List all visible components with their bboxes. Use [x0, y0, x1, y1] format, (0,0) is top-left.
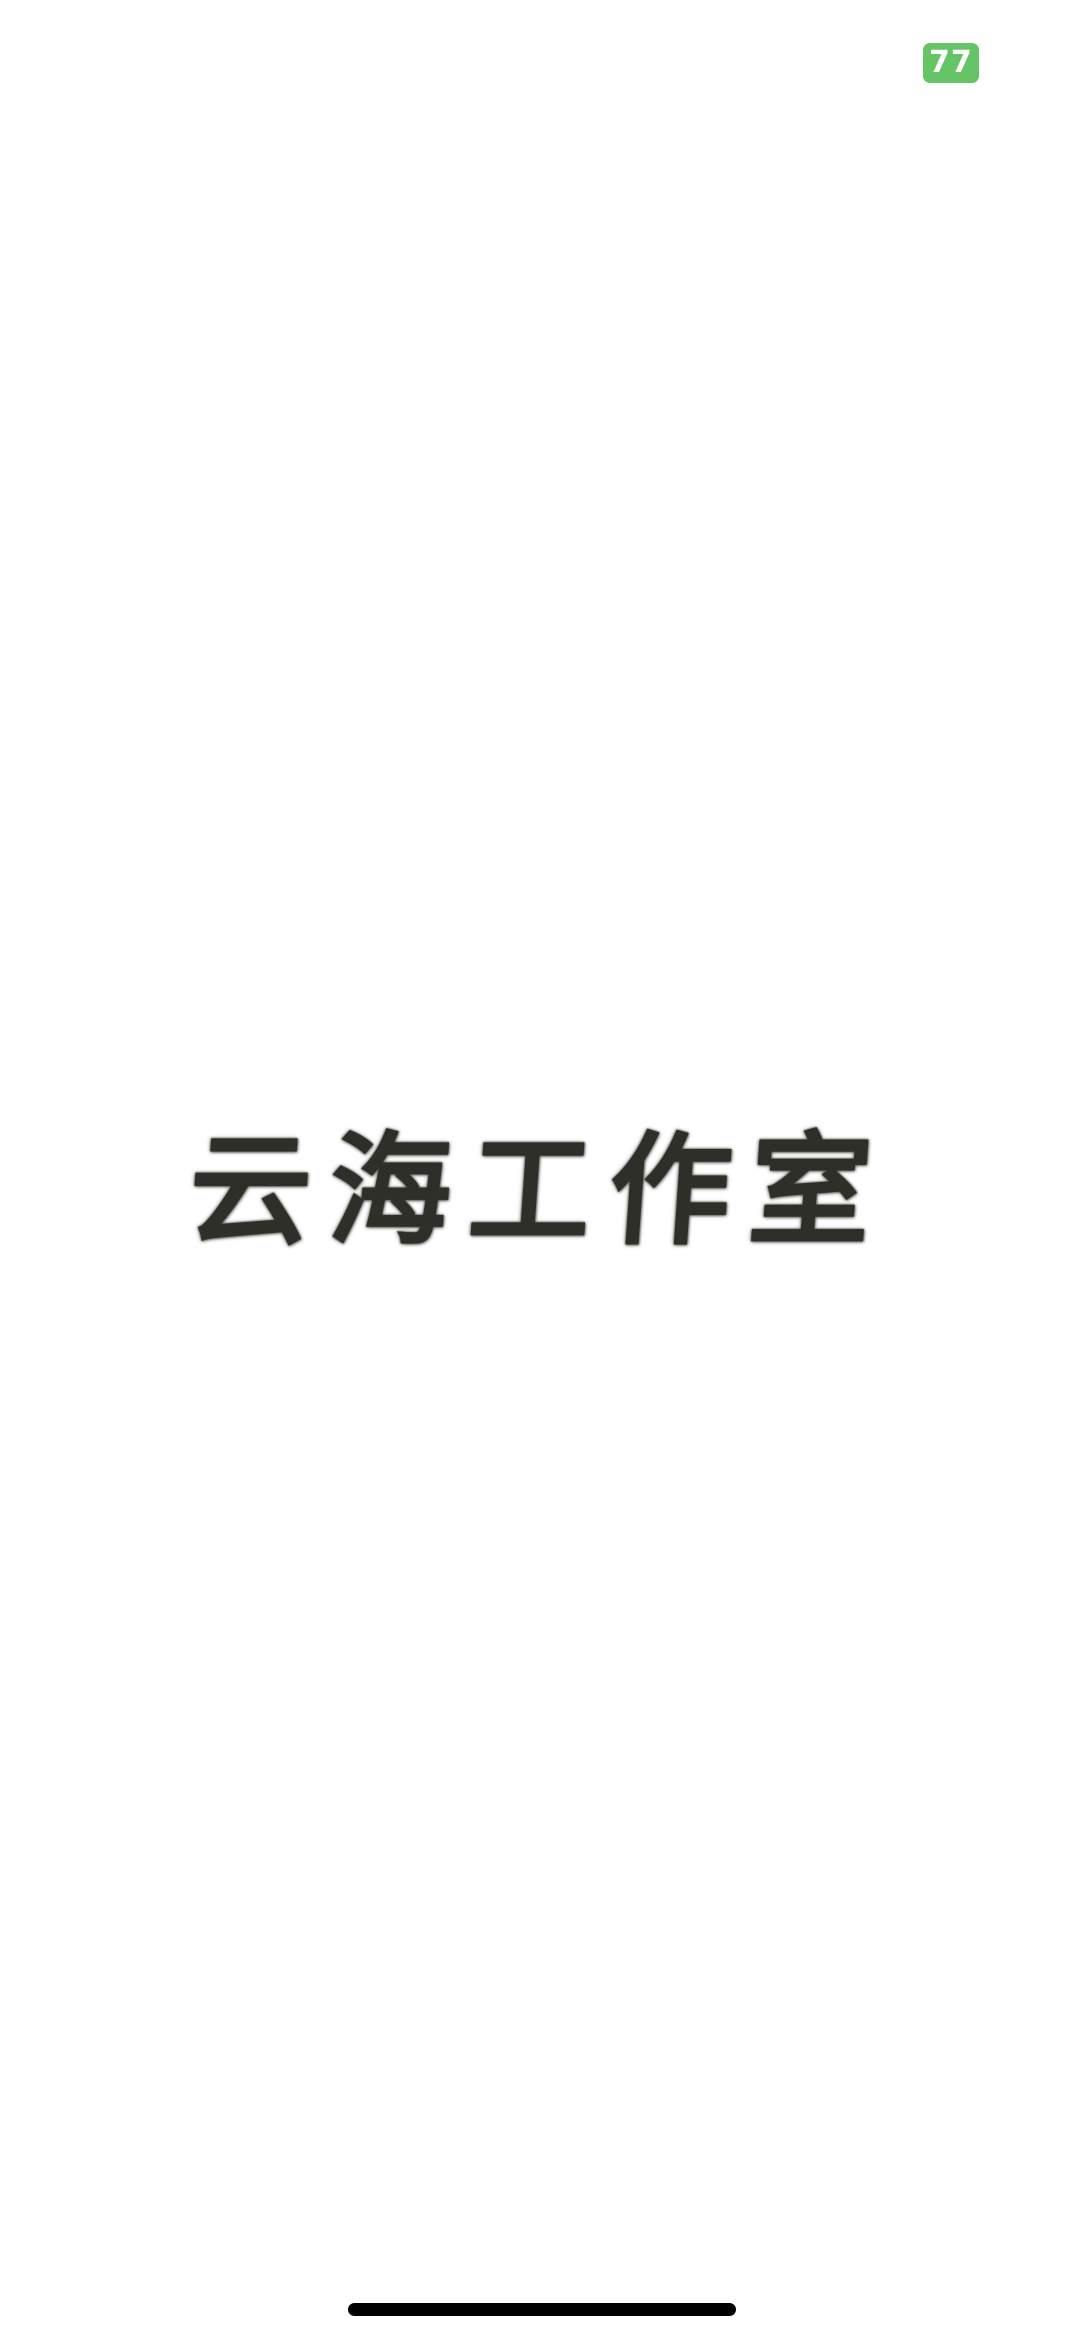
splash-logo-area: 云海工作室: [0, 1100, 1080, 1262]
battery-level: 77: [929, 45, 973, 80]
home-indicator[interactable]: [348, 2303, 736, 2316]
battery-icon: 77: [923, 43, 979, 83]
splash-screen: 77 云海工作室: [0, 0, 1080, 2337]
status-bar: 77: [0, 0, 1080, 120]
brand-logo: 云海工作室: [184, 1117, 895, 1262]
